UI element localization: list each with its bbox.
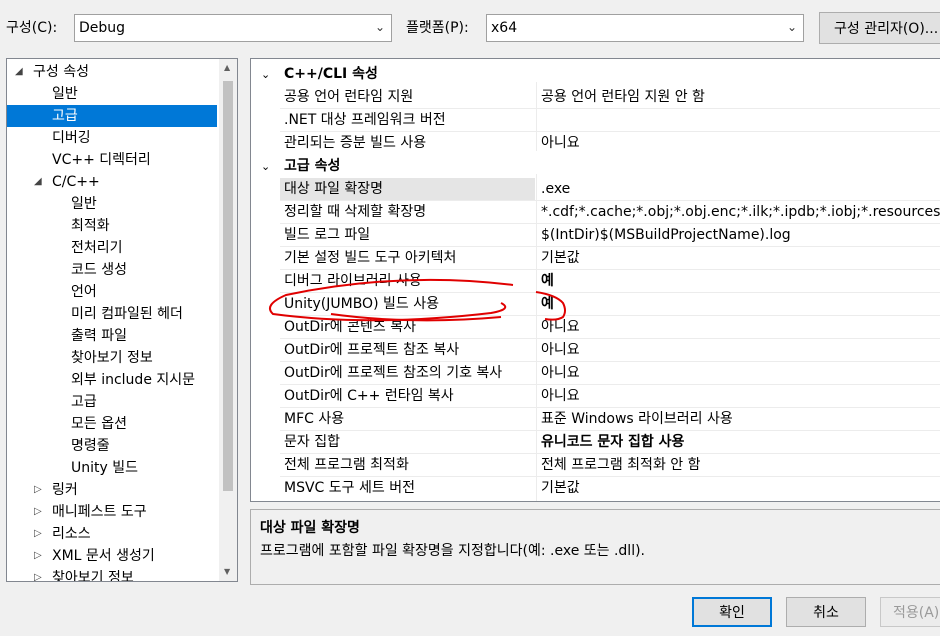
collapsed-arrow-icon[interactable]: ▷ xyxy=(34,479,42,501)
scroll-down-icon[interactable]: ▼ xyxy=(224,567,230,576)
platform-label: 플랫폼(P): xyxy=(406,20,469,36)
cancel-button[interactable]: 취소 xyxy=(786,597,866,627)
tree-item-unity-build[interactable]: Unity 빌드 xyxy=(7,457,217,479)
ok-button[interactable]: 확인 xyxy=(692,597,772,627)
tree-item-cpp-advanced[interactable]: 고급 xyxy=(7,391,217,413)
expanded-arrow-icon[interactable]: ◢ xyxy=(15,61,23,83)
tree-item-vc-directories[interactable]: VC++ 디렉터리 xyxy=(7,149,217,171)
collapsed-arrow-icon[interactable]: ▷ xyxy=(34,545,42,567)
tree-item-browse-info-2[interactable]: ▷ 찾아보기 정보 xyxy=(7,567,217,581)
red-annotation-marks xyxy=(269,278,566,322)
scroll-up-icon[interactable]: ▲ xyxy=(224,63,230,72)
config-value: Debug xyxy=(79,20,126,36)
tree-item-external-includes[interactable]: 외부 include 지시문 xyxy=(7,369,217,391)
tree-item-preprocessor[interactable]: 전처리기 xyxy=(7,237,217,259)
apply-button[interactable]: 적용(A) xyxy=(880,597,940,627)
tree-scrollbar-thumb[interactable] xyxy=(223,81,233,491)
tree-item-all-options[interactable]: 모든 옵션 xyxy=(7,413,217,435)
tree-item-optimization[interactable]: 최적화 xyxy=(7,215,217,237)
tree-item-debugging[interactable]: 디버깅 xyxy=(7,127,217,149)
tree-item-advanced[interactable]: 고급 xyxy=(7,105,217,127)
description-title: 대상 파일 확장명 xyxy=(260,520,360,536)
config-combo[interactable]: Debug ⌄ xyxy=(74,14,392,42)
tree-item-manifest-tool[interactable]: ▷ 매니페스트 도구 xyxy=(7,501,217,523)
tree-item-output-files[interactable]: 출력 파일 xyxy=(7,325,217,347)
collapsed-arrow-icon[interactable]: ▷ xyxy=(34,567,42,581)
tree-item-general[interactable]: 일반 xyxy=(7,83,217,105)
tree-item-code-generation[interactable]: 코드 생성 xyxy=(7,259,217,281)
tree-item-language[interactable]: 언어 xyxy=(7,281,217,303)
chevron-down-icon: ⌄ xyxy=(374,20,385,34)
tree-item-browse-info[interactable]: 찾아보기 정보 xyxy=(7,347,217,369)
platform-value: x64 xyxy=(491,20,518,36)
tree-item-linker[interactable]: ▷ 링커 xyxy=(7,479,217,501)
tree-scrollbar[interactable]: ▲ ▼ xyxy=(219,59,237,581)
platform-combo[interactable]: x64 ⌄ xyxy=(486,14,804,42)
collapsed-arrow-icon[interactable]: ▷ xyxy=(34,523,42,545)
chevron-down-icon: ⌄ xyxy=(786,20,797,34)
config-label: 구성(C): xyxy=(6,20,58,36)
tree-item-config-properties[interactable]: ◢ 구성 속성 xyxy=(7,61,217,83)
property-grid[interactable]: ⌄ C++/CLI 속성 공용 언어 런타임 지원 공용 언어 런타임 지원 안… xyxy=(250,58,940,502)
tree-item-cpp-general[interactable]: 일반 xyxy=(7,193,217,215)
collapsed-arrow-icon[interactable]: ▷ xyxy=(34,501,42,523)
tree-item-command-line[interactable]: 명령줄 xyxy=(7,435,217,457)
property-tree[interactable]: ◢ 구성 속성 일반 고급 디버깅 VC++ 디렉터리 ◢ C/C++ 일반 최… xyxy=(6,58,238,582)
tree-item-cpp[interactable]: ◢ C/C++ xyxy=(7,171,217,193)
tree-item-precompiled-headers[interactable]: 미리 컴파일된 헤더 xyxy=(7,303,217,325)
tree-item-xml-doc-generator[interactable]: ▷ XML 문서 생성기 xyxy=(7,545,217,567)
expanded-arrow-icon[interactable]: ◢ xyxy=(34,171,42,193)
tree-item-resources[interactable]: ▷ 리소스 xyxy=(7,523,217,545)
description-panel: 대상 파일 확장명 프로그램에 포함할 파일 확장명을 지정합니다(예: .ex… xyxy=(250,509,940,585)
config-manager-button[interactable]: 구성 관리자(O)... xyxy=(819,12,940,44)
description-text: 프로그램에 포함할 파일 확장명을 지정합니다(예: .exe 또는 .dll)… xyxy=(260,543,646,559)
